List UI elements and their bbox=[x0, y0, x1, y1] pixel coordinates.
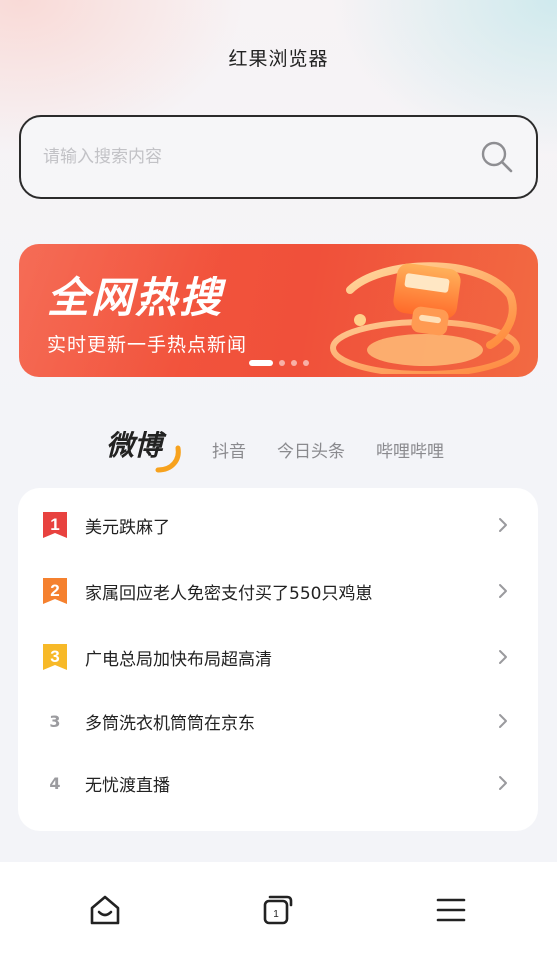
pagination-dot[interactable] bbox=[249, 360, 273, 366]
chevron-right-icon bbox=[499, 584, 507, 598]
hot-list-item[interactable]: 3 广电总局加快布局超高清 bbox=[18, 635, 538, 679]
hot-item-title: 广电总局加快布局超高清 bbox=[85, 649, 272, 670]
tab-bilibili[interactable]: 哔哩哔哩 bbox=[376, 437, 444, 462]
hot-item-title: 多筒洗衣机筒筒在京东 bbox=[85, 713, 255, 734]
active-tab-indicator-icon bbox=[155, 445, 181, 473]
source-tabs: 微博 抖音 今日头条 哔哩哔哩 bbox=[106, 426, 475, 473]
tab-douyin[interactable]: 抖音 bbox=[212, 437, 246, 462]
search-icon[interactable] bbox=[480, 140, 514, 174]
pagination-dot[interactable] bbox=[303, 360, 309, 366]
chevron-right-icon bbox=[499, 714, 507, 728]
rank-number: 2 bbox=[50, 581, 59, 600]
rank-badge-icon: 2 bbox=[43, 578, 67, 604]
rank-number: 4 bbox=[49, 773, 61, 793]
rank-badge-icon: 3 bbox=[43, 644, 67, 670]
home-icon[interactable] bbox=[87, 892, 123, 928]
page-title: 红果浏览器 bbox=[228, 48, 329, 70]
banner-title: 全网热搜 bbox=[47, 273, 224, 322]
rank-number: 1 bbox=[50, 515, 59, 534]
banner-subtitle: 实时更新一手热点新闻 bbox=[47, 334, 248, 356]
hot-list-item[interactable]: 1 美元跌麻了 bbox=[18, 503, 538, 547]
chevron-right-icon bbox=[499, 650, 507, 664]
hot-item-title: 家属回应老人免密支付买了550只鸡崽 bbox=[85, 583, 373, 604]
hot-search-banner[interactable]: 全网热搜 实时更新一手热点新闻 bbox=[19, 244, 538, 377]
rank-number: 3 bbox=[50, 647, 59, 666]
tab-weibo[interactable]: 微博 bbox=[106, 426, 182, 473]
tabs-icon[interactable]: 1 bbox=[260, 892, 296, 928]
pagination-dot[interactable] bbox=[291, 360, 297, 366]
search-input[interactable] bbox=[43, 147, 480, 167]
search-bar[interactable] bbox=[19, 115, 538, 199]
rank-number: 3 bbox=[49, 711, 61, 731]
tab-count: 1 bbox=[273, 909, 279, 920]
hot-list-item[interactable]: 3 多筒洗衣机筒筒在京东 bbox=[18, 699, 538, 743]
hot-item-title: 无忧渡直播 bbox=[85, 775, 170, 796]
bottom-nav: 1 bbox=[0, 862, 557, 970]
chevron-right-icon bbox=[499, 518, 507, 532]
tab-toutiao[interactable]: 今日头条 bbox=[277, 437, 345, 462]
pagination-dot[interactable] bbox=[279, 360, 285, 366]
hot-list-card: 1 美元跌麻了 2 家属回应老人免密支付买了550只鸡崽 3 广电总局加快布局超… bbox=[18, 488, 538, 831]
hot-item-title: 美元跌麻了 bbox=[85, 517, 170, 538]
menu-icon[interactable] bbox=[433, 892, 469, 928]
hot-list-item[interactable]: 4 无忧渡直播 bbox=[18, 761, 538, 805]
rank-badge-icon: 1 bbox=[43, 512, 67, 538]
chevron-right-icon bbox=[499, 776, 507, 790]
banner-pagination[interactable] bbox=[249, 360, 309, 366]
hot-list-item[interactable]: 2 家属回应老人免密支付买了550只鸡崽 bbox=[18, 569, 538, 613]
banner-illustration bbox=[330, 262, 520, 374]
